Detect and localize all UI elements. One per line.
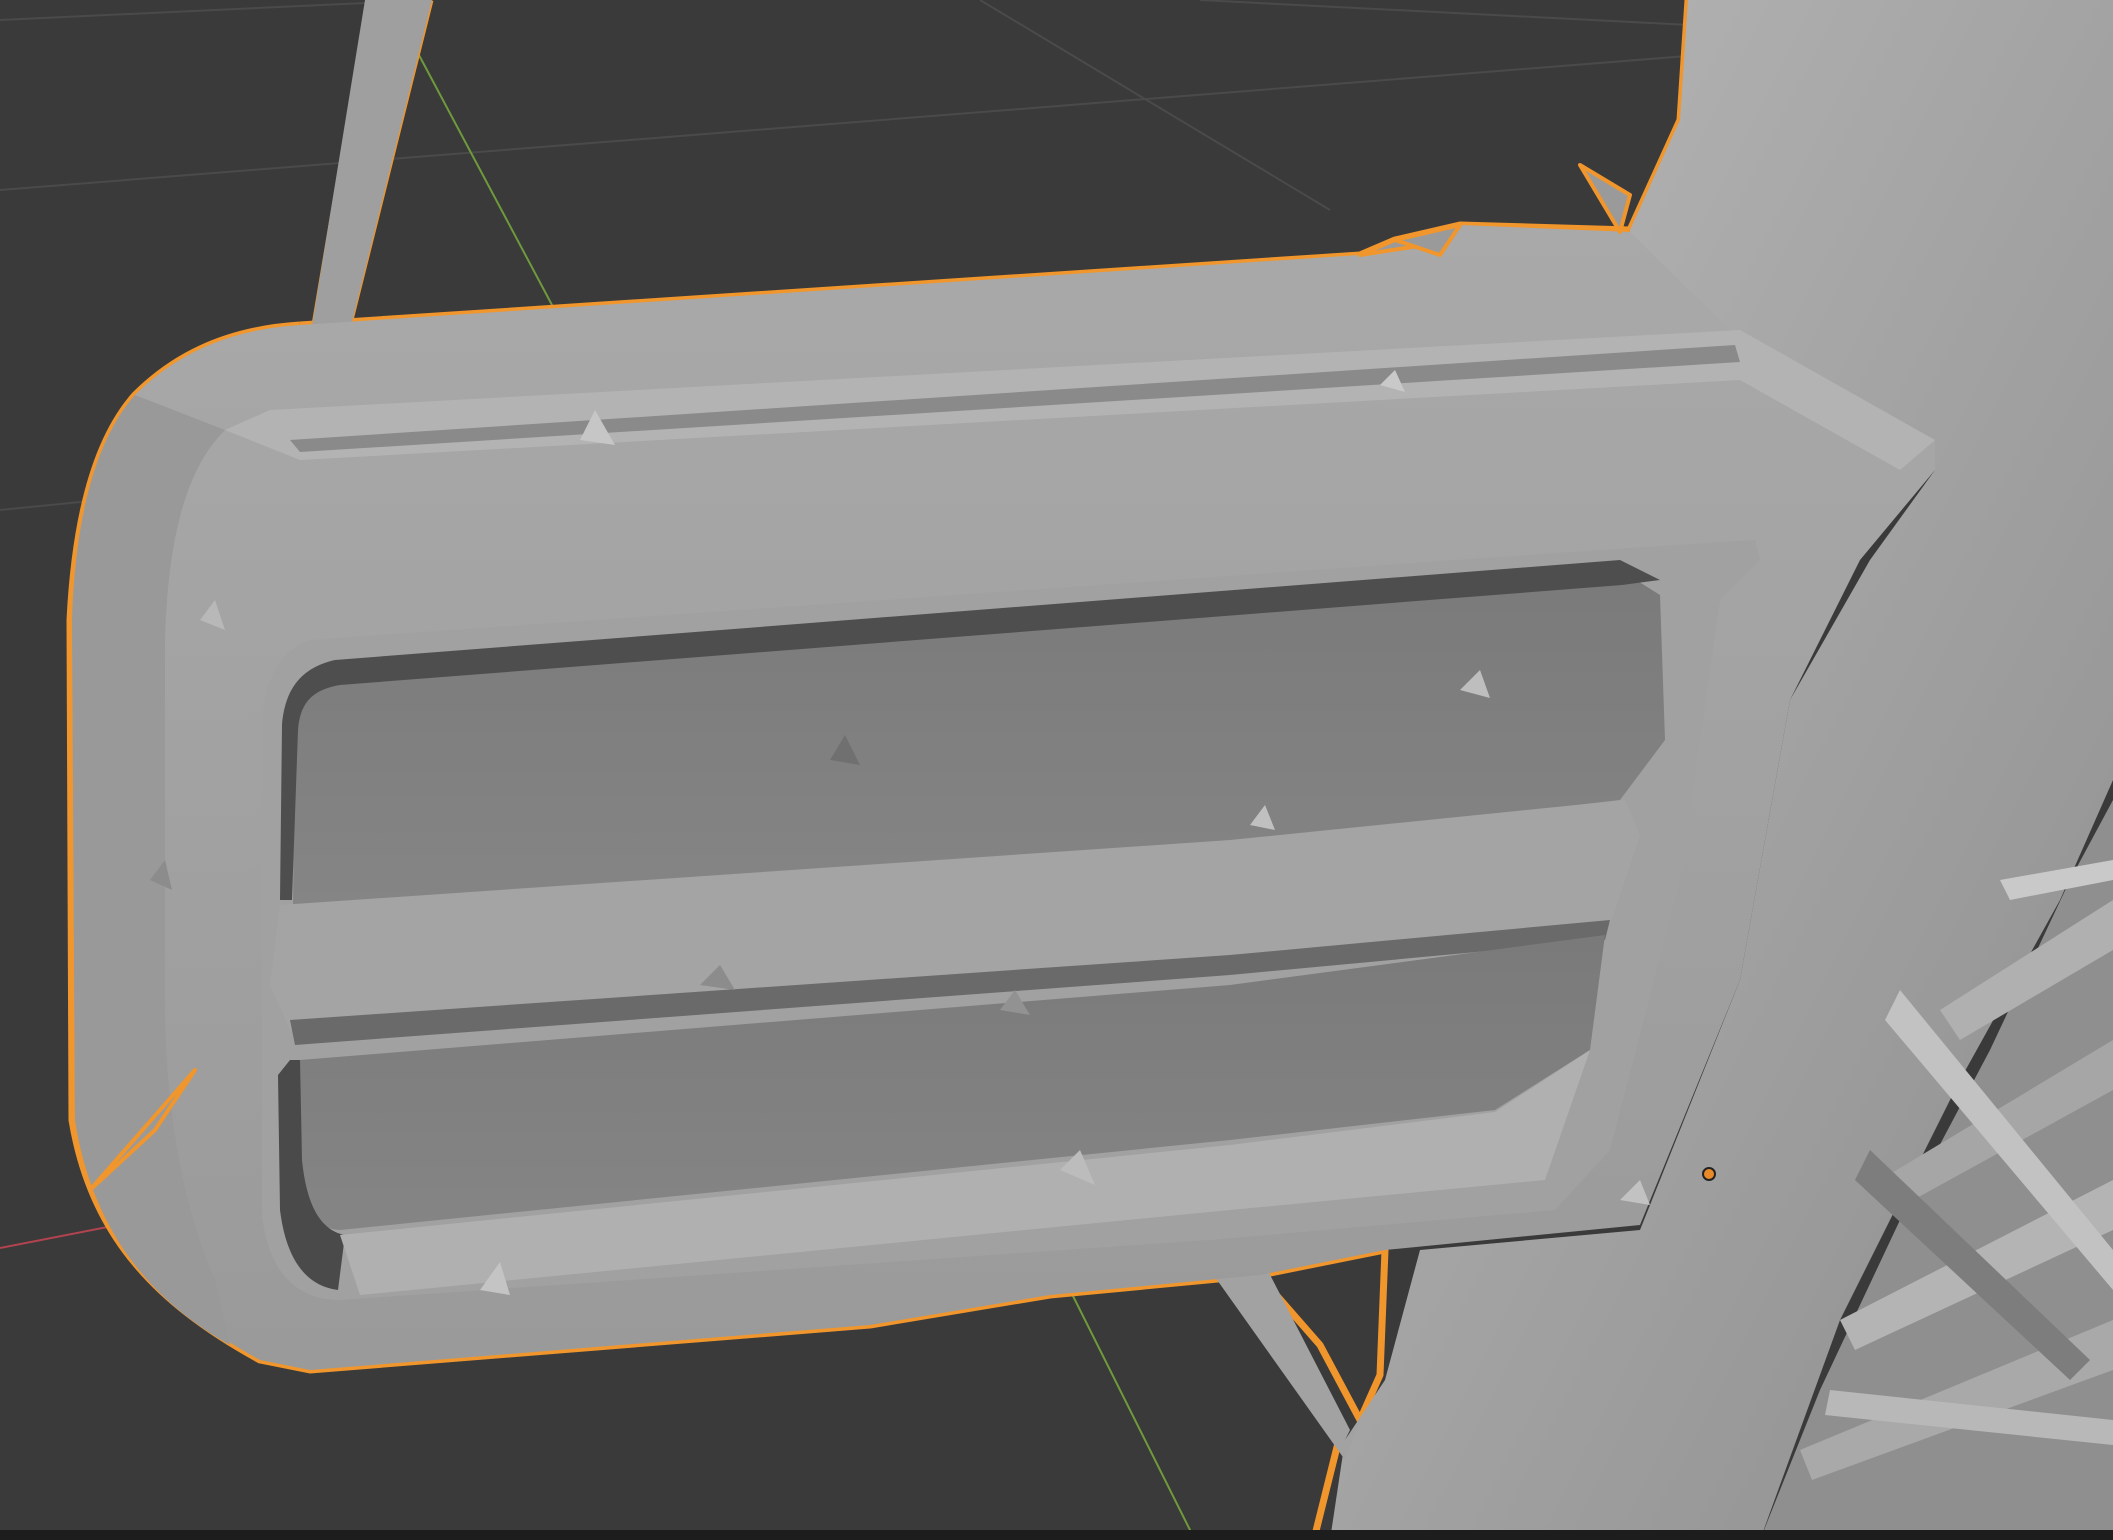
- object-origin-point[interactable]: [1702, 1167, 1716, 1181]
- viewport-canvas[interactable]: [0, 0, 2113, 1540]
- 3d-viewport[interactable]: [0, 0, 2113, 1540]
- viewport-bottom-edge: [0, 1530, 2113, 1540]
